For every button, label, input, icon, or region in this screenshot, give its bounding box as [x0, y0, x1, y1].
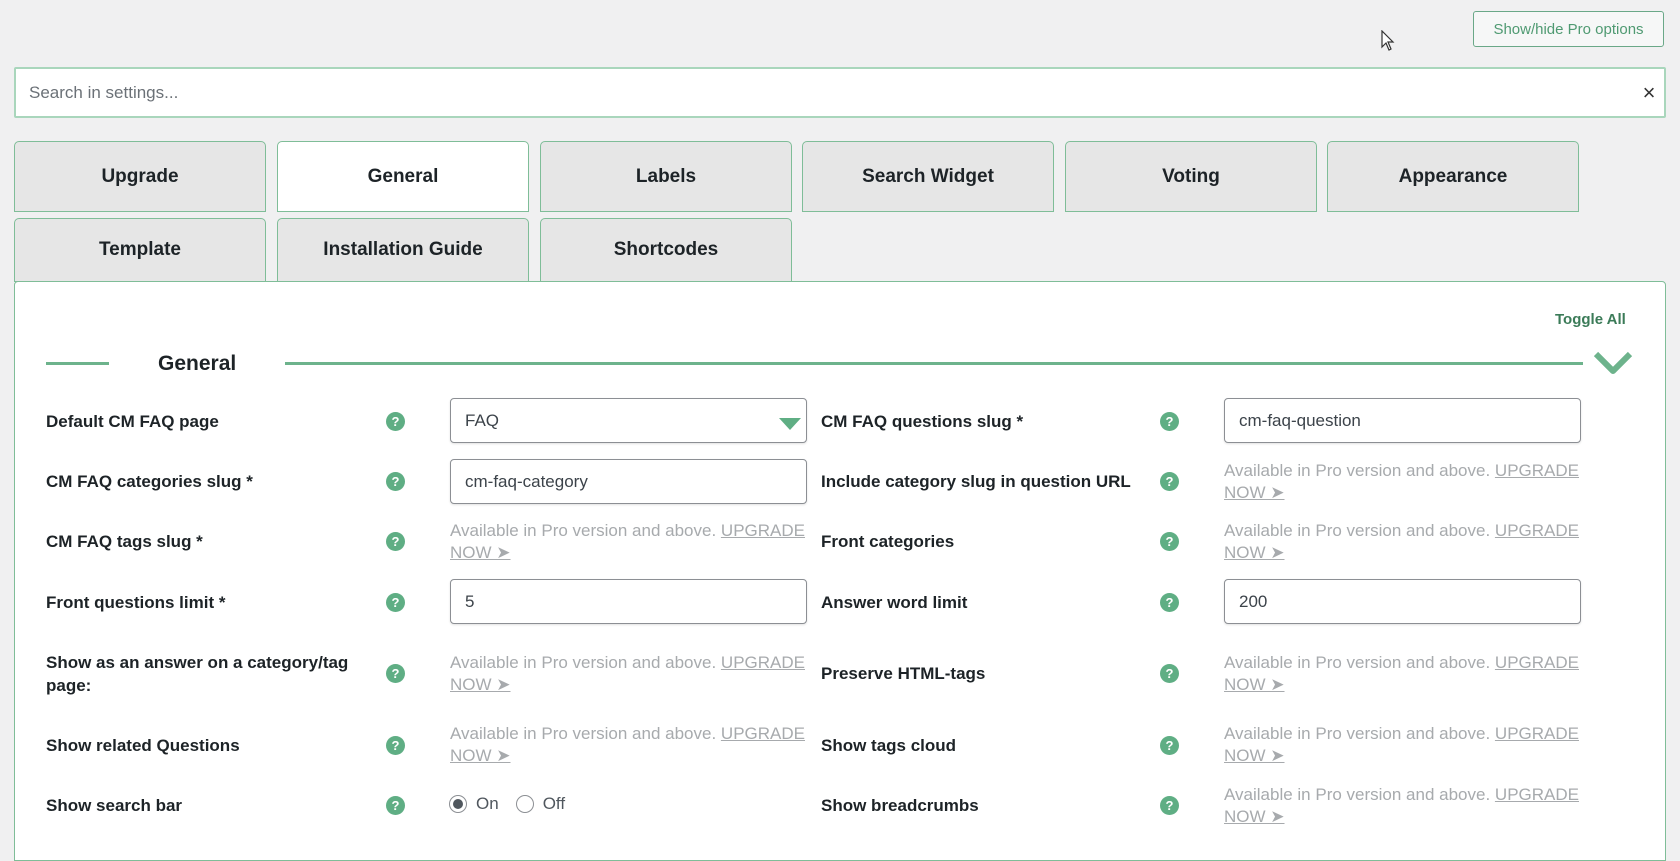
show-breadcrumbs-label: Show breadcrumbs — [821, 796, 979, 815]
dropdown-arrow-icon — [779, 418, 801, 430]
help-icon[interactable]: ? — [1160, 412, 1179, 431]
pro-only-notice: Available in Pro version and above. UPGR… — [1224, 521, 1579, 562]
categories-slug-field[interactable] — [450, 459, 807, 504]
help-icon[interactable]: ? — [1160, 664, 1179, 683]
categories-slug-label: CM FAQ categories slug * — [46, 472, 253, 491]
help-icon[interactable]: ? — [1160, 472, 1179, 491]
chevron-down-icon[interactable] — [1593, 349, 1633, 377]
settings-panel — [14, 281, 1666, 861]
show-related-label: Show related Questions — [46, 736, 240, 755]
preserve-html-label: Preserve HTML-tags — [821, 664, 986, 683]
help-icon[interactable]: ? — [386, 796, 405, 815]
settings-search-box: × — [14, 67, 1666, 118]
front-questions-limit-field[interactable] — [450, 579, 807, 624]
front-questions-limit-input[interactable] — [465, 591, 806, 612]
tab-appearance[interactable]: Appearance — [1327, 141, 1579, 212]
tab-voting[interactable]: Voting — [1065, 141, 1317, 212]
front-questions-limit-label: Front questions limit * — [46, 593, 226, 612]
tags-slug-label: CM FAQ tags slug * — [46, 532, 203, 551]
tab-general[interactable]: General — [277, 141, 529, 212]
pro-only-notice: Available in Pro version and above. UPGR… — [450, 521, 805, 562]
search-bar-on-label: On — [476, 794, 499, 813]
help-icon[interactable]: ? — [386, 664, 405, 683]
pro-only-notice: Available in Pro version and above. UPGR… — [1224, 461, 1579, 502]
help-icon[interactable]: ? — [386, 532, 405, 551]
answer-word-limit-field[interactable] — [1224, 579, 1581, 624]
tab-shortcodes[interactable]: Shortcodes — [540, 218, 792, 282]
show-hide-pro-options-button[interactable]: Show/hide Pro options — [1473, 11, 1664, 47]
section-divider-right — [285, 362, 1583, 365]
answer-word-limit-label: Answer word limit — [821, 593, 968, 612]
mouse-cursor-icon — [1381, 30, 1395, 51]
questions-slug-field[interactable] — [1224, 398, 1581, 443]
show-tags-cloud-label: Show tags cloud — [821, 736, 957, 755]
pro-only-notice: Available in Pro version and above. UPGR… — [1224, 653, 1579, 694]
help-icon[interactable]: ? — [386, 593, 405, 612]
default-page-select[interactable]: FAQ — [450, 398, 807, 443]
help-icon[interactable]: ? — [386, 412, 405, 431]
include-category-slug-label: Include category slug in question URL — [821, 472, 1131, 491]
pro-only-notice: Available in Pro version and above. UPGR… — [450, 724, 805, 765]
clear-search-icon[interactable]: × — [1634, 80, 1664, 106]
search-bar-off-radio[interactable] — [515, 795, 534, 813]
section-title: General — [158, 352, 237, 375]
answer-word-limit-input[interactable] — [1239, 591, 1580, 612]
categories-slug-input[interactable] — [465, 471, 806, 492]
help-icon[interactable]: ? — [1160, 736, 1179, 755]
help-icon[interactable]: ? — [1160, 593, 1179, 612]
help-icon[interactable]: ? — [386, 736, 405, 755]
settings-search-input[interactable] — [16, 68, 1634, 117]
pro-only-notice: Available in Pro version and above. UPGR… — [1224, 785, 1579, 826]
questions-slug-input[interactable] — [1239, 410, 1580, 431]
front-categories-label: Front categories — [821, 532, 955, 551]
default-page-label: Default CM FAQ page — [46, 412, 219, 431]
help-icon[interactable]: ? — [1160, 796, 1179, 815]
show-as-answer-label: Show as an answer on a category/tag page… — [46, 653, 349, 695]
tab-labels[interactable]: Labels — [540, 141, 792, 212]
toggle-all-link[interactable]: Toggle All — [1555, 311, 1626, 328]
help-icon[interactable]: ? — [386, 472, 405, 491]
search-bar-on-radio[interactable] — [449, 795, 467, 813]
search-bar-off-label: Off — [542, 794, 566, 813]
tab-template[interactable]: Template — [14, 218, 266, 282]
pro-only-notice: Available in Pro version and above. UPGR… — [450, 653, 805, 694]
questions-slug-label: CM FAQ questions slug * — [821, 412, 1024, 431]
search-bar-radio-group: On Off — [449, 794, 582, 814]
tab-search-widget[interactable]: Search Widget — [802, 141, 1054, 212]
tab-upgrade[interactable]: Upgrade — [14, 141, 266, 212]
show-search-bar-label: Show search bar — [46, 796, 183, 815]
tab-installation-guide[interactable]: Installation Guide — [277, 218, 529, 282]
section-divider-left — [46, 362, 109, 365]
pro-only-notice: Available in Pro version and above. UPGR… — [1224, 724, 1579, 765]
help-icon[interactable]: ? — [1160, 532, 1179, 551]
